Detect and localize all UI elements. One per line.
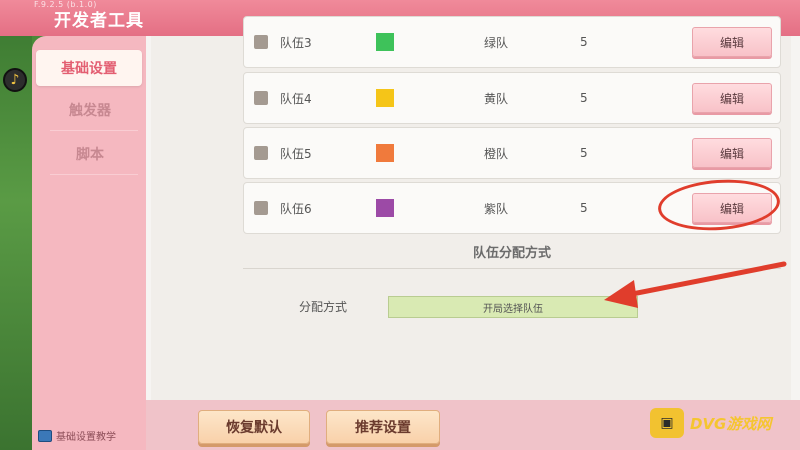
- team-color-swatch: [376, 199, 394, 217]
- edit-button[interactable]: 编辑: [692, 27, 772, 57]
- team-count: 5: [580, 146, 588, 160]
- sidebar-item-scripts[interactable]: 脚本: [42, 134, 138, 174]
- sidebar-item-label: 基础设置: [61, 61, 117, 77]
- team-color-swatch: [376, 144, 394, 162]
- team-label: 橙队: [484, 146, 509, 161]
- team-name: 队伍3: [280, 35, 312, 50]
- sidebar-item-basic-settings[interactable]: 基础设置: [36, 50, 142, 86]
- team-row: 队伍4 黄队 5 编辑: [243, 72, 781, 124]
- book-icon: [38, 429, 52, 442]
- arrow-annotation: [604, 261, 787, 308]
- team-label: 黄队: [484, 91, 509, 106]
- edit-button[interactable]: 编辑: [692, 138, 772, 168]
- assignment-label: 分配方式: [299, 300, 348, 314]
- team-color-swatch: [376, 89, 394, 107]
- sidebar-item-label: 脚本: [76, 147, 104, 163]
- sidebar-item-triggers[interactable]: 触发器: [42, 90, 138, 130]
- team-checkbox[interactable]: [254, 201, 268, 215]
- team-count: 5: [580, 91, 588, 105]
- sidebar-item-label: 触发器: [69, 103, 111, 119]
- page-title: 开发者工具: [54, 11, 144, 31]
- tutorial-link[interactable]: 基础设置教学: [38, 428, 116, 443]
- sidebar-divider: [50, 174, 138, 175]
- watermark-text: DVG游戏网: [690, 414, 772, 433]
- recommended-settings-button[interactable]: 推荐设置: [326, 410, 440, 444]
- watermark: ▣ DVG游戏网: [650, 408, 771, 438]
- gamepad-icon: ▣: [650, 408, 684, 438]
- game-background: [0, 36, 32, 450]
- sidebar-divider: [50, 130, 138, 131]
- team-color-swatch: [376, 33, 394, 51]
- team-row: 队伍5 橙队 5 编辑: [243, 127, 781, 179]
- arrow-head: [604, 280, 638, 308]
- team-checkbox[interactable]: [254, 91, 268, 105]
- team-name: 队伍6: [280, 201, 312, 216]
- edit-button[interactable]: 编辑: [692, 83, 772, 113]
- tutorial-label: 基础设置教学: [56, 432, 116, 443]
- team-label: 紫队: [484, 201, 509, 216]
- team-count: 5: [580, 201, 588, 215]
- reset-default-button[interactable]: 恢复默认: [198, 410, 310, 444]
- team-row: 队伍3 绿队 5 编辑: [243, 16, 781, 68]
- team-count: 5: [580, 35, 588, 49]
- team-checkbox[interactable]: [254, 35, 268, 49]
- team-label: 绿队: [484, 35, 509, 50]
- team-name: 队伍5: [280, 146, 312, 161]
- arrow-shaft: [619, 261, 787, 299]
- sidebar: 基础设置 触发器 脚本: [32, 36, 146, 450]
- team-name: 队伍4: [280, 91, 312, 106]
- music-icon[interactable]: ♪: [3, 68, 27, 92]
- team-checkbox[interactable]: [254, 146, 268, 160]
